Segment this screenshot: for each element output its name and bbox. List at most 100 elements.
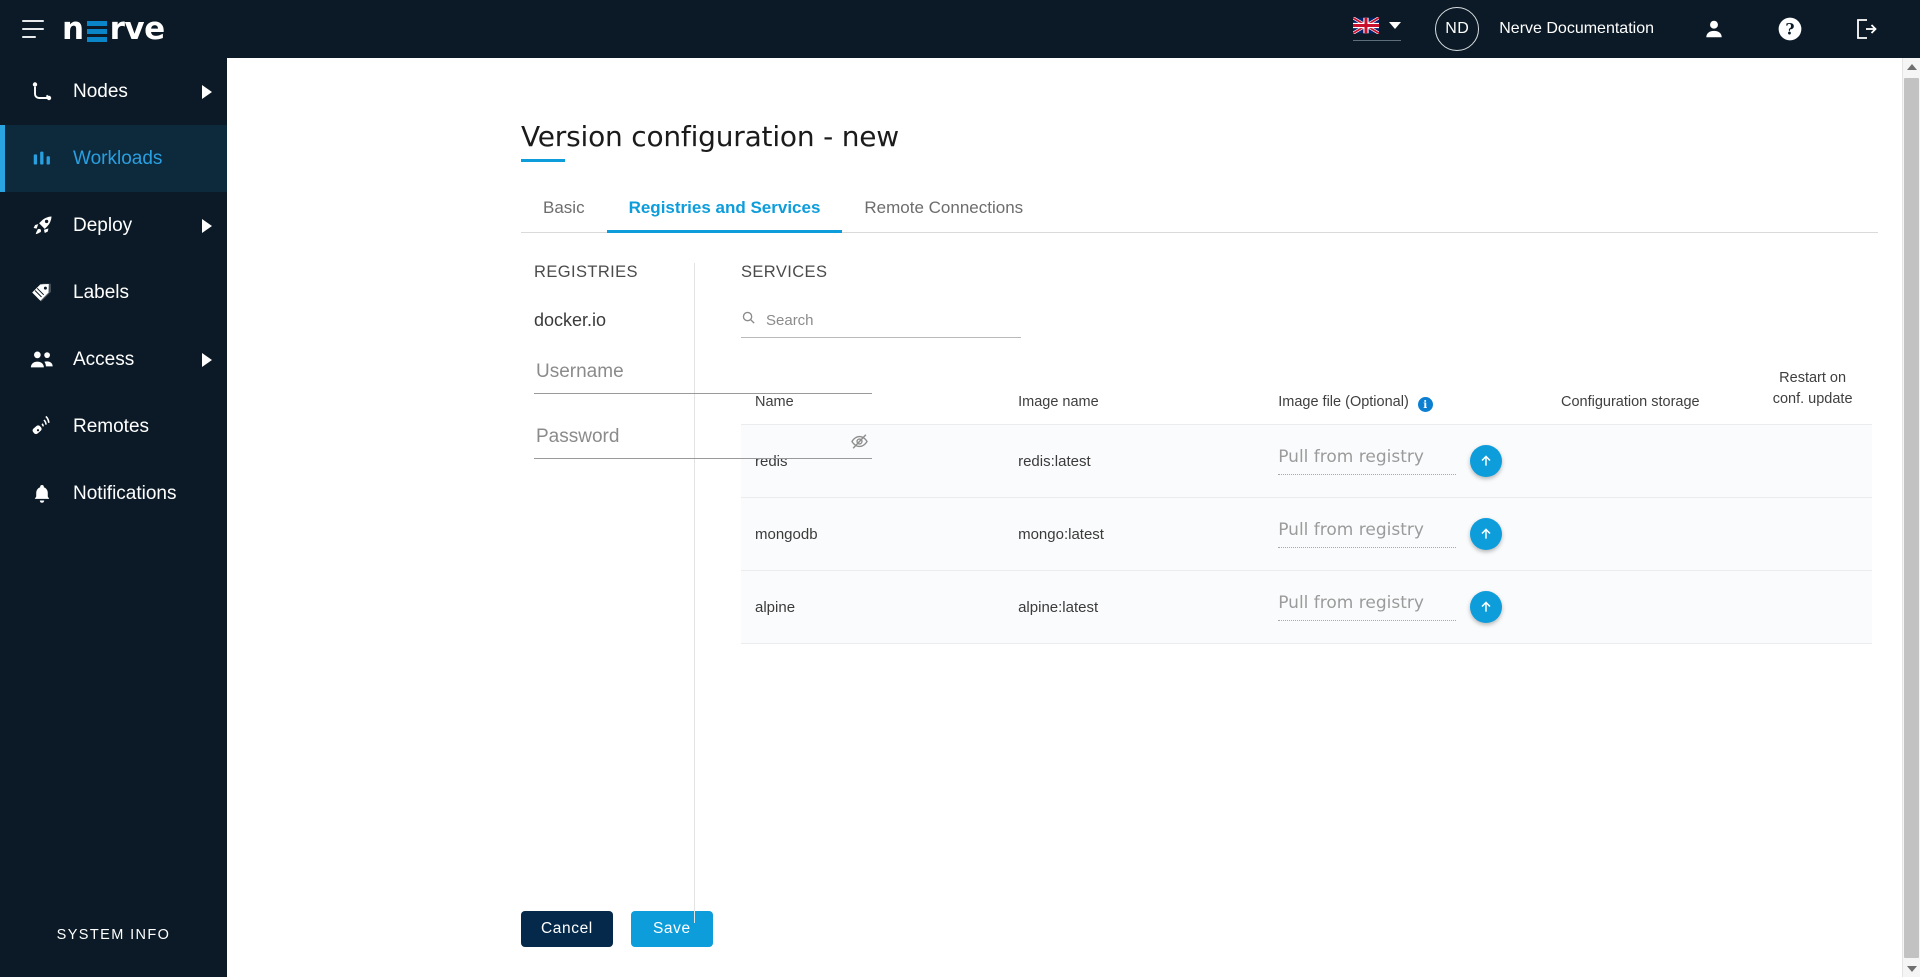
- tag-icon: [27, 280, 57, 306]
- sidebar-item-nodes[interactable]: Nodes: [0, 58, 227, 125]
- cell-restart-on-conf-update: [1753, 425, 1872, 498]
- image-file-control: Pull from registry: [1278, 518, 1561, 551]
- person-icon[interactable]: [1694, 9, 1734, 49]
- image-file-control: Pull from registry: [1278, 591, 1561, 624]
- sidebar-item-workloads[interactable]: Workloads: [0, 125, 227, 192]
- sidebar-item-label: Remotes: [73, 415, 150, 437]
- sidebar-item-labels[interactable]: Labels: [0, 259, 227, 326]
- vertical-scrollbar[interactable]: [1902, 58, 1920, 977]
- cell-restart-on-conf-update: [1753, 571, 1872, 644]
- password-field-wrapper: [534, 422, 872, 459]
- logo-text-rve: rve: [109, 11, 166, 47]
- logo-text-n: n: [62, 11, 84, 47]
- cell-image-file: Pull from registry: [1278, 425, 1561, 498]
- restart-label-line2: conf. update: [1772, 391, 1853, 408]
- main-content: Version configuration - new Basic Regist…: [227, 58, 1920, 977]
- upload-arrow-icon[interactable]: [1470, 591, 1503, 624]
- scrollbar-track[interactable]: [1903, 75, 1920, 960]
- language-selector[interactable]: [1353, 17, 1402, 41]
- upload-arrow-icon[interactable]: [1470, 518, 1503, 551]
- content-columns: REGISTRIES docker.io Username Password S…: [227, 263, 1920, 923]
- sidebar-item-remotes[interactable]: Remotes: [0, 393, 227, 460]
- sidebar-item-label: Notifications: [73, 482, 177, 504]
- logo-e-bars: [86, 20, 107, 42]
- bell-icon: [27, 481, 57, 507]
- password-input[interactable]: [534, 422, 872, 458]
- sidebar-item-label: Nodes: [73, 80, 128, 102]
- scrollbar-down-arrow[interactable]: [1903, 960, 1920, 977]
- sidebar-nav-list: Nodes Workloads Deploy Labels Access Rem…: [0, 58, 227, 527]
- remote-icon: [27, 414, 57, 440]
- sidebar-item-label: Deploy: [73, 214, 133, 236]
- tab-basic[interactable]: Basic: [521, 198, 607, 232]
- cell-image-name: redis:latest: [1018, 452, 1091, 470]
- sidebar-item-notifications[interactable]: Notifications: [0, 460, 227, 527]
- svg-text:?: ?: [1785, 20, 1794, 39]
- pull-from-registry-input[interactable]: Pull from registry: [1278, 447, 1457, 476]
- hamburger-menu-icon[interactable]: [22, 20, 44, 38]
- cell-image-name: mongo:latest: [1018, 525, 1104, 543]
- cell-image-file: Pull from registry: [1278, 498, 1561, 571]
- sidebar-item-deploy[interactable]: Deploy: [0, 192, 227, 259]
- search-field-wrapper: [741, 310, 1021, 338]
- restart-label-line1: Restart on: [1779, 370, 1847, 386]
- tab-bar: Basic Registries and Services Remote Con…: [521, 198, 1878, 233]
- eye-off-icon[interactable]: [848, 431, 870, 451]
- image-file-control: Pull from registry: [1278, 445, 1561, 478]
- sidebar-item-label: Labels: [73, 281, 129, 303]
- rocket-icon: [27, 213, 57, 239]
- column-header-image-file-label: Image file (Optional): [1278, 393, 1409, 410]
- users-icon: [27, 347, 57, 373]
- help-icon[interactable]: ?: [1770, 9, 1810, 49]
- services-table: Name Image name Image file (Optional) i C…: [741, 368, 1872, 644]
- cell-restart-on-conf-update: [1753, 498, 1872, 571]
- page-title-wrapper: Version configuration - new: [227, 58, 1920, 162]
- services-section-label: SERVICES: [741, 263, 828, 281]
- tab-remote-connections[interactable]: Remote Connections: [842, 198, 1045, 232]
- sidebar-item-label: Access: [73, 348, 135, 370]
- top-header-bar: n rve ND Nerve Documentation ?: [0, 0, 1920, 58]
- info-icon[interactable]: i: [1417, 397, 1433, 413]
- avatar[interactable]: ND: [1435, 7, 1480, 51]
- cell-configuration-storage: [1561, 425, 1753, 498]
- header-right-group: ND Nerve Documentation ?: [1353, 0, 1920, 58]
- column-header-image-file: Image file (Optional) i: [1278, 368, 1561, 425]
- registries-panel: REGISTRIES docker.io: [227, 263, 872, 923]
- sidebar-item-label: Workloads: [73, 147, 163, 169]
- column-header-image-name: Image name: [1018, 394, 1099, 411]
- scrollbar-thumb[interactable]: [1904, 78, 1919, 958]
- tab-registries-and-services[interactable]: Registries and Services: [606, 198, 843, 233]
- chevron-right-icon: [202, 84, 212, 99]
- uk-flag-icon: [1353, 17, 1380, 34]
- sidebar-item-access[interactable]: Access: [0, 326, 227, 393]
- pull-from-registry-input[interactable]: Pull from registry: [1278, 520, 1457, 549]
- cell-service-name: alpine: [755, 598, 796, 616]
- workloads-icon: [27, 146, 57, 172]
- pull-from-registry-input[interactable]: Pull from registry: [1278, 593, 1457, 622]
- nodes-icon: [27, 79, 57, 105]
- registries-section-label: REGISTRIES: [534, 263, 638, 281]
- table-row[interactable]: redis redis:latest Pull from registry: [741, 424, 1872, 498]
- table-header-row: Name Image name Image file (Optional) i C…: [741, 368, 1872, 425]
- nerve-logo: n rve: [62, 11, 165, 47]
- system-info-link[interactable]: SYSTEM INFO: [0, 927, 227, 977]
- page-title: Version configuration - new: [521, 120, 899, 162]
- chevron-down-icon: [1389, 22, 1402, 29]
- cell-image-name: alpine:latest: [1018, 598, 1099, 616]
- table-row[interactable]: alpine alpine:latest Pull from registry: [741, 570, 1872, 644]
- upload-arrow-icon[interactable]: [1470, 445, 1503, 478]
- username-field-wrapper: [534, 357, 872, 394]
- registry-name: docker.io: [534, 310, 607, 330]
- services-table-body: redis redis:latest Pull from registry mo…: [741, 424, 1872, 644]
- table-row[interactable]: mongodb mongo:latest Pull from registry: [741, 497, 1872, 571]
- scrollbar-up-arrow[interactable]: [1903, 58, 1920, 75]
- cell-image-file: Pull from registry: [1278, 571, 1561, 644]
- username-input[interactable]: [534, 357, 872, 393]
- services-panel: SERVICES Name: [695, 263, 1920, 923]
- user-name-label: Nerve Documentation: [1499, 20, 1654, 37]
- avatar-initials: ND: [1445, 20, 1470, 37]
- logout-icon[interactable]: [1846, 9, 1886, 49]
- cell-service-name: mongodb: [755, 525, 818, 543]
- cell-configuration-storage: [1561, 498, 1753, 571]
- search-input[interactable]: [766, 311, 1021, 329]
